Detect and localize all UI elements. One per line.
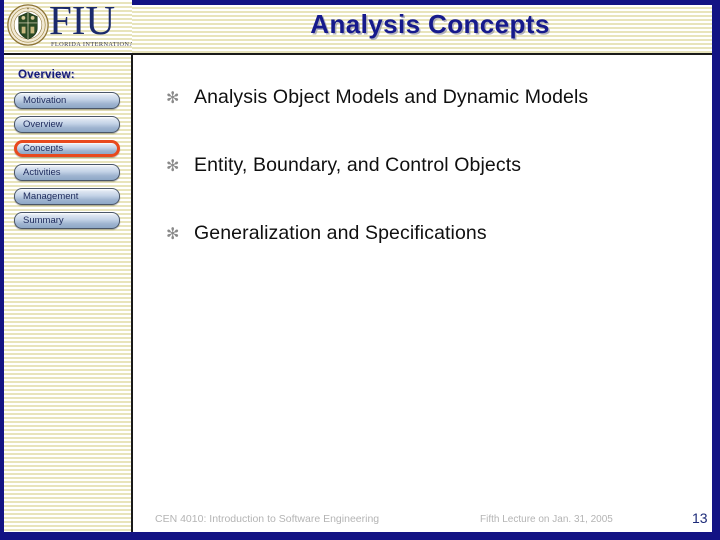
bullet-list-item: ✻ Analysis Object Models and Dynamic Mod… [166, 86, 706, 108]
university-seal-icon: ★ [7, 4, 49, 46]
slide-content: ✻ Analysis Object Models and Dynamic Mod… [133, 55, 712, 532]
sidebar-item-label: Overview [23, 119, 63, 130]
footer-lecture-label: Fifth Lecture on Jan. 31, 2005 [480, 514, 613, 525]
sidebar-item-label: Concepts [23, 143, 64, 154]
bullet-text: Entity, Boundary, and Control Objects [194, 154, 522, 176]
sidebar-item-activities[interactable]: Activities [14, 164, 120, 181]
bullet-list-item: ✻ Entity, Boundary, and Control Objects [166, 154, 706, 176]
sidebar-item-overview[interactable]: Overview [14, 116, 120, 133]
footer-page-number: 13 [692, 510, 708, 526]
logo-backdrop: ★ FIU FLORIDA INTERNATIONAL UNIVERSITY [4, 0, 132, 53]
footer-course-label: CEN 4010: Introduction to Software Engin… [155, 513, 380, 525]
bullet-list-item: ✻ Generalization and Specifications [166, 222, 706, 244]
asterisk-bullet-icon: ✻ [166, 90, 180, 107]
asterisk-bullet-icon: ✻ [166, 226, 180, 243]
sidebar-item-management[interactable]: Management [14, 188, 120, 205]
fiu-logo: ★ FIU FLORIDA INTERNATIONAL UNIVERSITY [4, 0, 132, 53]
slide-right-border [712, 0, 720, 540]
slide-title: Analysis Concepts [310, 9, 550, 39]
sidebar-item-label: Summary [23, 215, 64, 226]
sidebar-divider-rule [131, 55, 133, 532]
fiu-logo-subtitle: FLORIDA INTERNATIONAL UNIVERSITY [51, 41, 132, 48]
bullet-text: Analysis Object Models and Dynamic Model… [194, 86, 589, 108]
sidebar-item-summary[interactable]: Summary [14, 212, 120, 229]
sidebar-item-concepts[interactable]: Concepts [14, 140, 120, 157]
navigation-sidebar: Overview: Motivation Overview Concepts A… [4, 55, 131, 532]
slide-left-border [0, 0, 4, 540]
sidebar-heading: Overview: [18, 69, 75, 81]
sidebar-item-motivation[interactable]: Motivation [14, 92, 120, 109]
sidebar-nav-list: Motivation Overview Concepts Activities … [14, 92, 124, 236]
fiu-logo-letters: FIU [49, 0, 116, 43]
sidebar-item-label: Management [23, 191, 79, 202]
sidebar-item-label: Activities [23, 167, 61, 178]
svg-text:★: ★ [27, 6, 30, 10]
asterisk-bullet-icon: ✻ [166, 158, 180, 175]
bullet-text: Generalization and Specifications [194, 222, 487, 244]
sidebar-item-label: Motivation [23, 95, 67, 106]
slide-bottom-border [0, 532, 720, 540]
presentation-slide: ★ FIU FLORIDA INTERNATIONAL UNIVERSITY A… [0, 0, 720, 540]
